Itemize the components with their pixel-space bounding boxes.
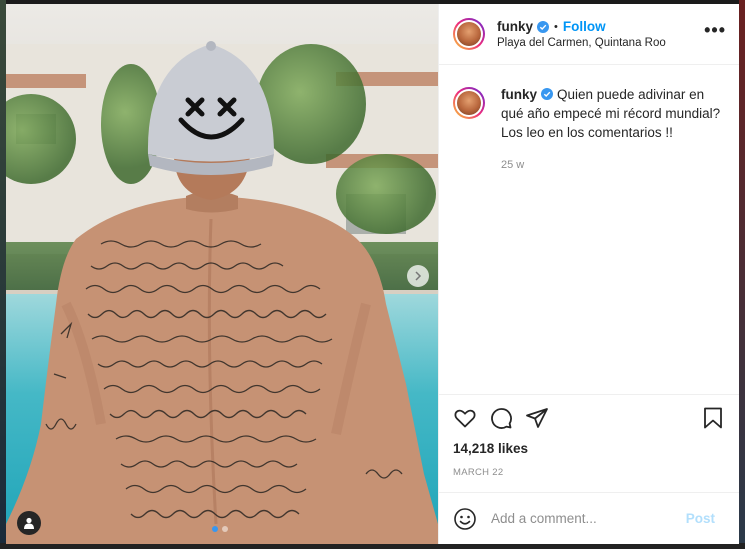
post-side-panel: funky • Follow Playa del Carmen, Quintan… <box>438 4 739 544</box>
comment-input[interactable] <box>491 511 686 526</box>
header-info: funky • Follow Playa del Carmen, Quintan… <box>497 19 704 49</box>
save-icon <box>704 407 722 429</box>
add-comment-bar: Post <box>439 492 739 544</box>
username-link[interactable]: funky <box>497 19 533 34</box>
comments-section: funky Quien puede adivinar en qué año emp… <box>439 65 739 394</box>
share-button[interactable] <box>525 406 549 430</box>
comment-button[interactable] <box>489 406 513 430</box>
caption-username[interactable]: funky <box>501 87 537 102</box>
more-options-icon[interactable]: ••• <box>704 20 726 49</box>
caption: funky Quien puede adivinar en qué año emp… <box>453 85 725 175</box>
caption-timestamp[interactable]: 25 w <box>501 156 725 175</box>
header-separator: • <box>554 20 558 33</box>
next-slide-button[interactable] <box>407 265 429 287</box>
post-date: MARCH 22 <box>453 467 504 478</box>
user-tag-icon <box>24 517 34 529</box>
person-back <box>6 41 438 544</box>
avatar[interactable] <box>453 18 485 50</box>
follow-button[interactable]: Follow <box>563 19 606 34</box>
post-actions-area: 14,218 likes MARCH 22 <box>439 394 739 492</box>
location-link[interactable]: Playa del Carmen, Quintana Roo <box>497 37 704 49</box>
comment-icon <box>491 408 512 429</box>
verified-badge-icon <box>541 88 554 100</box>
post-header: funky • Follow Playa del Carmen, Quintan… <box>439 4 739 65</box>
save-button[interactable] <box>701 406 725 430</box>
likes-count[interactable]: 14,218 likes <box>453 441 725 456</box>
backdrop-right <box>739 0 745 549</box>
post-modal: funky • Follow Playa del Carmen, Quintan… <box>6 4 739 544</box>
carousel-dots <box>212 526 228 532</box>
carousel-dot-active <box>212 526 218 532</box>
post-photo <box>6 4 438 544</box>
next-slide-icon <box>415 271 422 281</box>
carousel-dot <box>222 526 228 532</box>
like-button[interactable] <box>453 406 477 430</box>
post-comment-button[interactable]: Post <box>686 511 715 526</box>
heart-icon <box>454 409 476 428</box>
emoji-icon[interactable] <box>453 507 477 531</box>
share-icon <box>526 408 548 428</box>
user-tag-button[interactable] <box>17 511 41 535</box>
action-bar <box>453 395 725 441</box>
verified-badge-icon <box>537 20 550 33</box>
caption-avatar[interactable] <box>453 87 485 119</box>
caption-body: funky Quien puede adivinar en qué año emp… <box>501 85 725 175</box>
